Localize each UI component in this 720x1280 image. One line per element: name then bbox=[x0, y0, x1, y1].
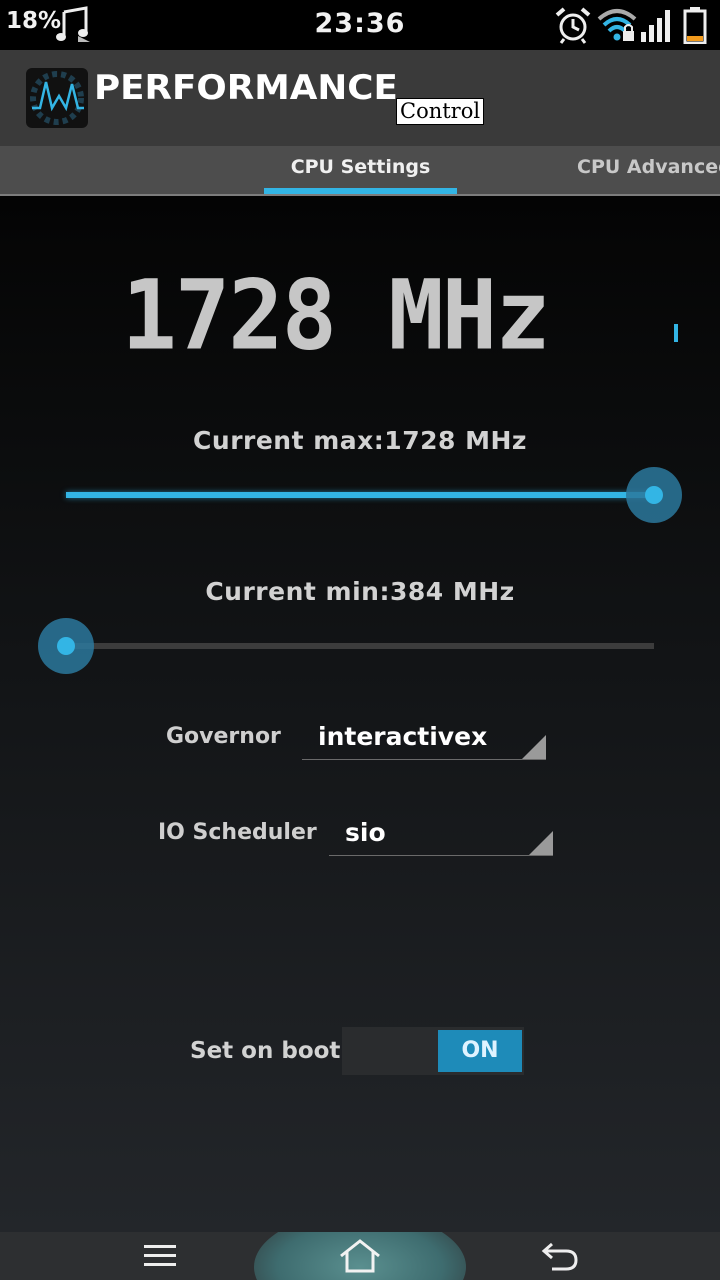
scroll-edge-indicator bbox=[674, 324, 678, 342]
battery-icon bbox=[683, 7, 707, 44]
governor-label: Governor bbox=[166, 724, 281, 749]
max-frequency-slider[interactable] bbox=[66, 466, 682, 526]
slider-thumb[interactable] bbox=[626, 467, 682, 523]
set-on-boot-toggle[interactable]: ON bbox=[342, 1027, 524, 1075]
navigation-bar bbox=[0, 1232, 720, 1280]
max-frequency-label: Current max:1728 MHz bbox=[193, 426, 527, 455]
cpu-settings-panel: 1728 MHz Current max:1728 MHz Current mi… bbox=[0, 196, 720, 1232]
tab-cpu-settings[interactable]: CPU Settings bbox=[264, 156, 457, 178]
dropdown-arrow-icon[interactable] bbox=[529, 831, 553, 855]
governor-value[interactable]: interactivex bbox=[318, 722, 487, 751]
app-subtitle: Control bbox=[396, 98, 485, 125]
set-on-boot-label: Set on boot bbox=[190, 1038, 341, 1064]
slider-track[interactable] bbox=[66, 643, 654, 649]
active-tab-indicator bbox=[264, 188, 457, 194]
io-scheduler-label: IO Scheduler bbox=[158, 820, 317, 845]
slider-thumb[interactable] bbox=[38, 618, 94, 674]
tab-cpu-advanced[interactable]: CPU Advanced bbox=[577, 156, 720, 178]
signal-icon bbox=[641, 10, 670, 42]
toggle-on-state[interactable]: ON bbox=[438, 1030, 522, 1072]
back-icon[interactable] bbox=[540, 1240, 580, 1272]
app-logo-icon[interactable] bbox=[26, 68, 88, 128]
dropdown-arrow-icon[interactable] bbox=[522, 735, 546, 759]
slider-fill bbox=[66, 492, 654, 498]
home-icon[interactable] bbox=[338, 1238, 382, 1274]
governor-dropdown[interactable]: interactivex bbox=[302, 716, 546, 760]
app-bar: PERFORMANCE Control bbox=[0, 50, 720, 146]
menu-icon[interactable] bbox=[142, 1242, 178, 1270]
app-title: PERFORMANCE bbox=[94, 68, 398, 108]
io-scheduler-value[interactable]: sio bbox=[345, 818, 386, 847]
tab-bar: CPU Settings CPU Advanced bbox=[0, 146, 720, 196]
min-frequency-label: Current min:384 MHz bbox=[205, 577, 515, 606]
io-scheduler-dropdown[interactable]: sio bbox=[329, 812, 553, 856]
current-frequency: 1728 MHz bbox=[121, 259, 550, 372]
wifi-lock-icon bbox=[597, 9, 637, 41]
status-bar: 18% 23:36 bbox=[0, 0, 720, 50]
alarm-clock-icon bbox=[555, 7, 591, 44]
min-frequency-slider[interactable] bbox=[38, 617, 654, 677]
